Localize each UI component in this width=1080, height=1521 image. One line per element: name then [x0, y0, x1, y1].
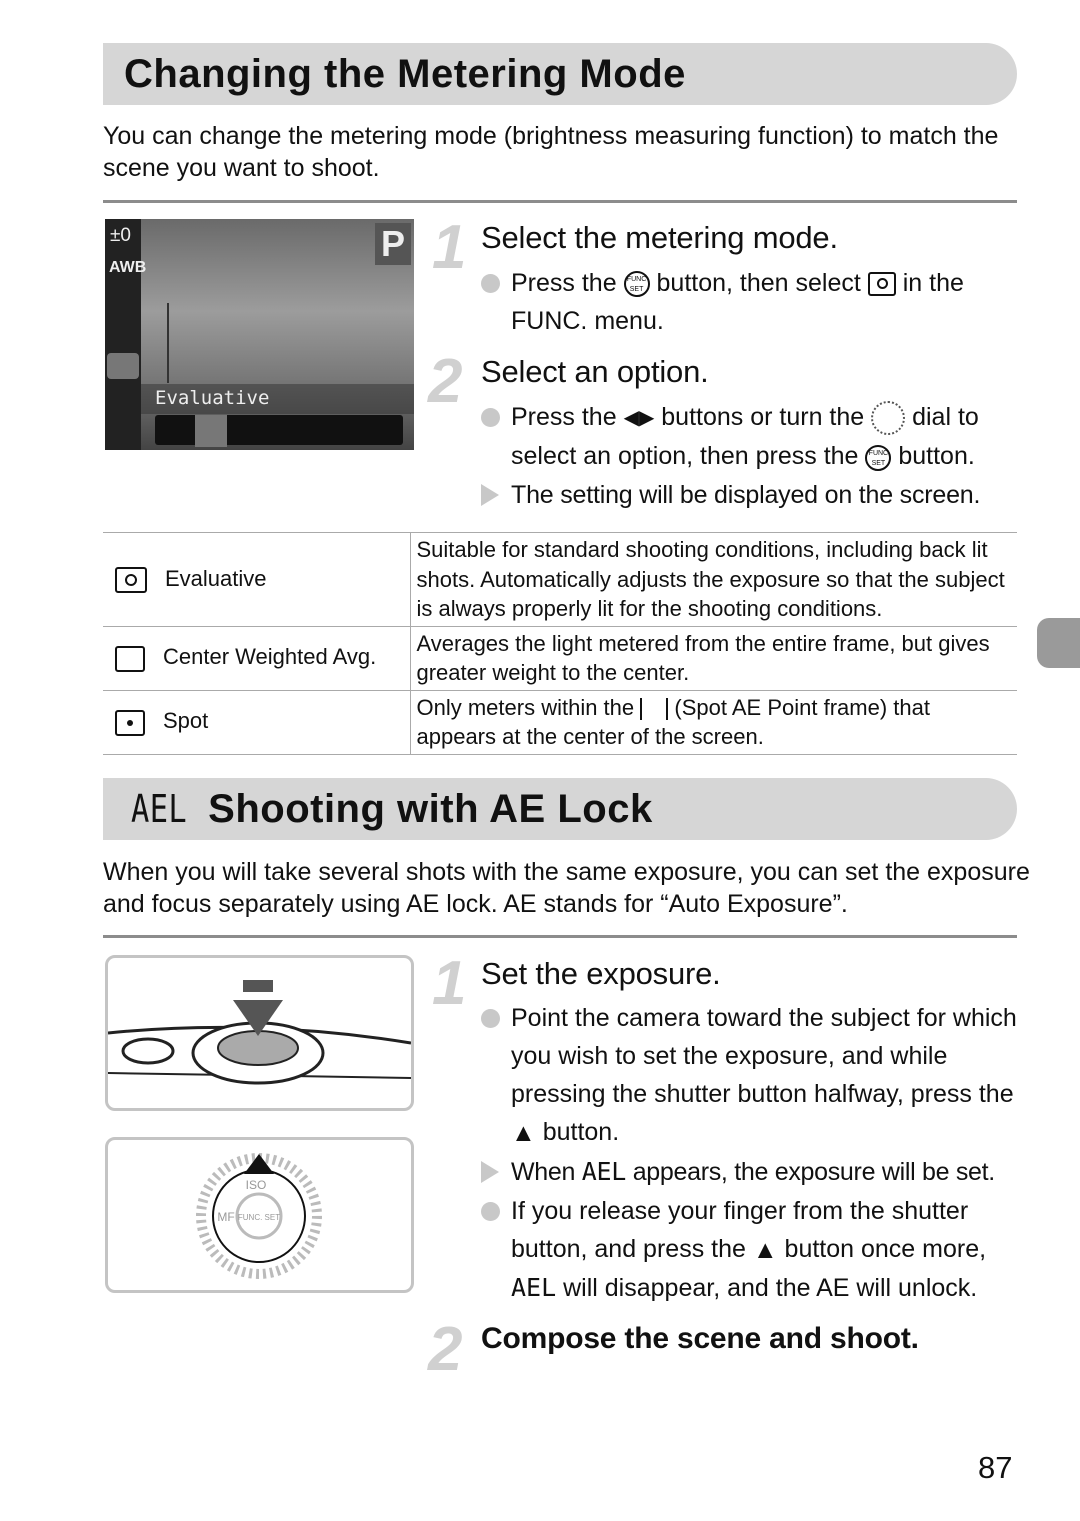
title-text: Shooting with AE Lock — [208, 786, 653, 831]
step-heading: Set the exposure. — [481, 956, 721, 991]
metering-icon — [107, 353, 139, 379]
center-weighted-icon — [115, 645, 145, 672]
ael-icon: AEL — [131, 787, 188, 831]
title-text: Changing the Metering Mode — [124, 51, 686, 96]
divider — [103, 935, 1017, 938]
camera-screen-image: ±0 AWB P Evaluative — [105, 219, 414, 450]
section-title-ae-lock: AEL Shooting with AE Lock — [103, 778, 1017, 840]
step-heading: Select the metering mode. — [481, 220, 838, 255]
spot-frame-icon — [640, 697, 669, 720]
step-number: 1 — [432, 949, 467, 1018]
control-dial-icon — [871, 401, 906, 436]
up-button-icon: ▲ — [752, 1236, 778, 1265]
evaluative-metering-icon — [867, 272, 896, 297]
dial-iso-label: ISO — [246, 1178, 267, 1192]
tower — [167, 303, 169, 383]
intro-metering: You can change the metering mode (bright… — [103, 122, 999, 182]
exposure-comp-icon: ±0 — [110, 225, 131, 246]
result: When AEL appears, the exposure will be s… — [481, 1153, 1026, 1191]
step-number: 1 — [432, 213, 467, 282]
func-set-button-icon: FUNC SET — [865, 444, 892, 471]
chapter-tab — [1037, 618, 1080, 668]
bullet: Point the camera toward the subject for … — [481, 999, 1026, 1152]
divider — [103, 200, 1017, 203]
result: The setting will be displayed on the scr… — [481, 476, 1026, 514]
shutter-press-icon — [107, 980, 412, 1085]
control-dial-illustration: FUNC. SET ISO MF — [105, 1137, 414, 1293]
page-number: 87 — [978, 1450, 1013, 1485]
left-right-buttons-icon: ◀▶ — [623, 407, 655, 430]
screen-label: Evaluative — [155, 387, 270, 409]
intro-ae-lock: When you will take several shots with th… — [103, 858, 1030, 918]
dial-mf-label: MF — [217, 1210, 234, 1224]
awb-icon: AWB — [109, 259, 147, 276]
dial-func-set-label: FUNC. SET — [238, 1213, 280, 1222]
ael-icon: AEL — [511, 1273, 557, 1303]
table-row: Evaluative Suitable for standard shootin… — [103, 532, 1017, 627]
step-number: 2 — [428, 1315, 463, 1384]
up-button-icon: ▲ — [511, 1119, 536, 1148]
step-heading: Compose the scene and shoot. — [481, 1322, 919, 1355]
ael-icon: AEL — [581, 1157, 627, 1186]
step-number: 2 — [428, 347, 463, 416]
up-button-dial-icon: FUNC. SET ISO MF — [196, 1153, 322, 1279]
evaluative-metering-icon — [115, 566, 147, 593]
step-heading: Select an option. — [481, 354, 709, 389]
mode-p-icon: P — [375, 223, 411, 265]
bullet: Press the FUNC SET button, then select in… — [481, 264, 1026, 340]
spot-metering-icon — [115, 709, 145, 736]
metering-options-table: Evaluative Suitable for standard shootin… — [103, 532, 1017, 755]
bullet: Press the ◀▶ buttons or turn the dial to… — [481, 398, 1026, 475]
bullet: If you release your finger from the shut… — [481, 1192, 1026, 1307]
shutter-button-illustration — [105, 955, 414, 1111]
func-set-button-icon: FUNC SET — [623, 271, 650, 298]
section-title-metering: Changing the Metering Mode — [103, 43, 1017, 105]
table-row: Center Weighted Avg. Averages the light … — [103, 625, 1017, 691]
table-row: Spot Only meters within the (Spot AE Poi… — [103, 689, 1017, 755]
